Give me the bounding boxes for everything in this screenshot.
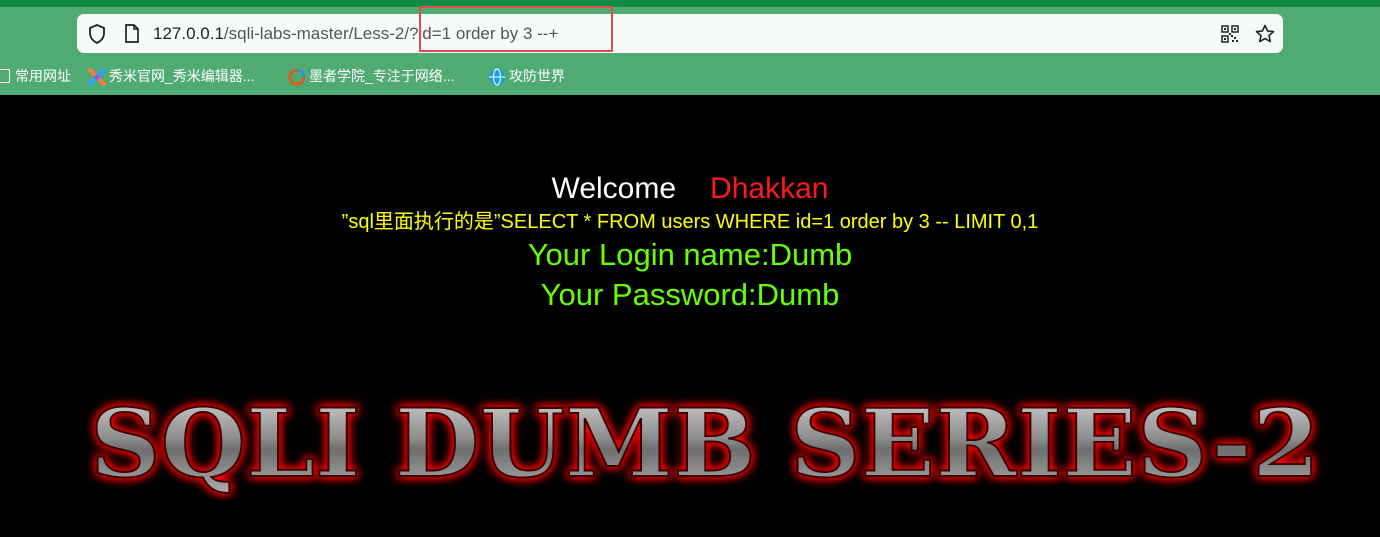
shield-icon[interactable]: [85, 14, 109, 53]
bookmark-item[interactable]: 攻防世界: [488, 62, 565, 90]
xiumi-icon: [88, 68, 106, 86]
tab-strip: [0, 0, 1380, 7]
welcome-line: Welcome Dhakkan: [0, 172, 1380, 206]
qr-code-icon[interactable]: [1218, 14, 1242, 53]
welcome-name: Dhakkan: [710, 172, 829, 205]
sqli-dumb-series-banner: SQLI DUMB SERIES-2: [89, 390, 1321, 500]
folder-icon: [0, 69, 10, 83]
star-icon[interactable]: [1253, 14, 1277, 53]
url-host: 127.0.0.1: [153, 24, 224, 43]
bookmark-item[interactable]: 墨者学院_专注于网络...: [288, 62, 454, 90]
document-icon: [121, 14, 143, 53]
sql-query-text: ”sql里面执行的是”SELECT * FROM users WHERE id=…: [341, 211, 1039, 233]
welcome-text: Welcome: [551, 172, 677, 205]
browser-toolbar: 127.0.0.1/sqli-labs-master/Less-2/?id=1 …: [0, 0, 1380, 95]
mozhe-icon: [288, 68, 306, 86]
bookmark-label: 常用网址: [15, 68, 71, 84]
bookmark-label: 秀米官网_秀米编辑器...: [109, 68, 255, 84]
bookmark-label: 墨者学院_专注于网络...: [309, 68, 455, 84]
bookmarks-bar: 常用网址 秀米官网_秀米编辑器... 墨者学院_专注于网络... 攻防世界: [0, 62, 1380, 90]
password-text: Your Password:Dumb: [540, 277, 840, 312]
url-highlight-box: [419, 6, 613, 52]
banner-title: SQLI DUMB SERIES-2: [90, 390, 1320, 499]
login-name-text: Your Login name:Dumb: [527, 237, 853, 272]
address-bar[interactable]: 127.0.0.1/sqli-labs-master/Less-2/?id=1 …: [77, 14, 1283, 53]
page-content: Welcome Dhakkan ”sql里面执行的是”SELECT * FROM …: [0, 95, 1380, 537]
bookmark-item[interactable]: 常用网址: [0, 62, 71, 90]
bookmark-item[interactable]: 秀米官网_秀米编辑器...: [88, 62, 254, 90]
bookmark-label: 攻防世界: [509, 68, 565, 84]
globe-icon: [488, 68, 505, 86]
